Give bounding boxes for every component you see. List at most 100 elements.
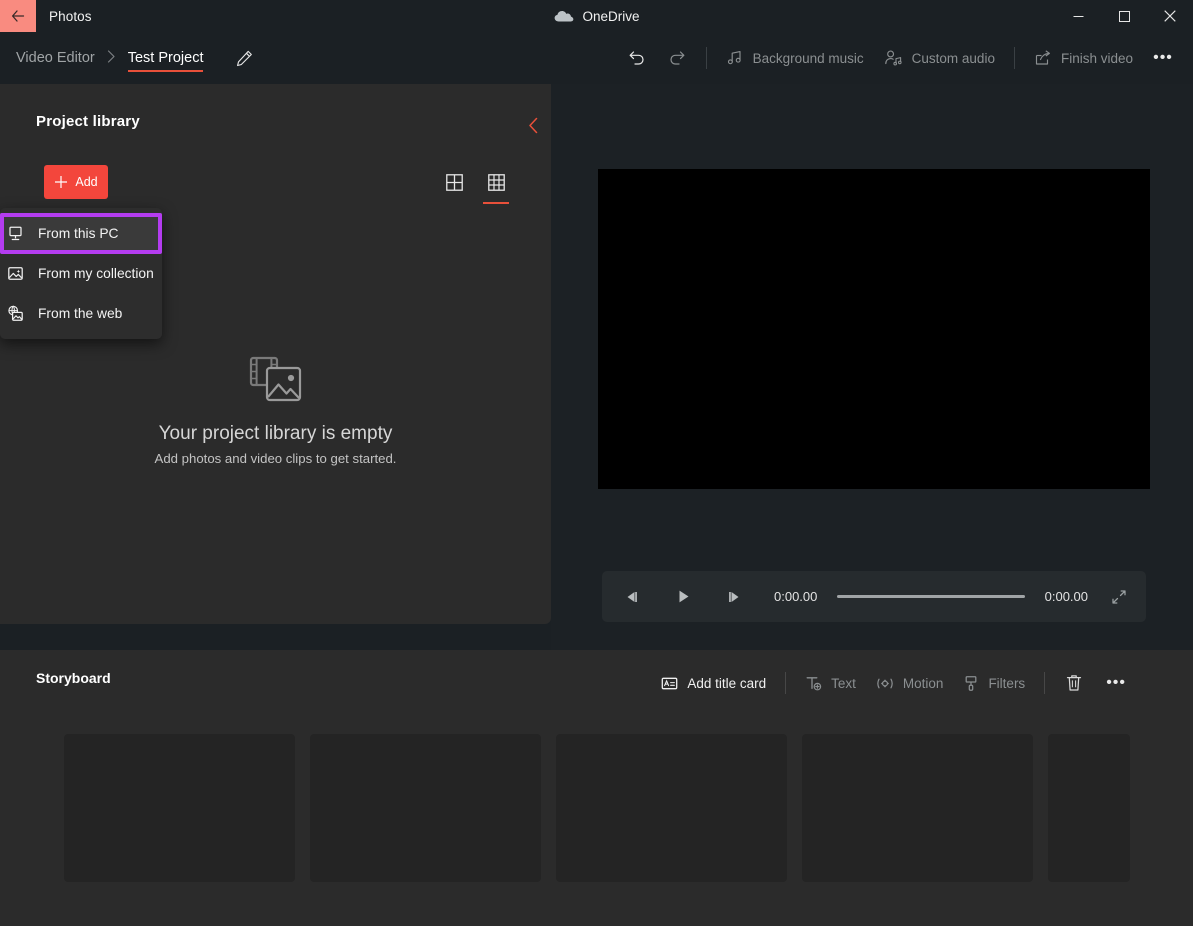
- empty-state-title: Your project library is empty: [158, 423, 393, 444]
- background-music-button[interactable]: Background music: [716, 41, 874, 75]
- finish-video-label: Finish video: [1060, 50, 1133, 66]
- video-editor-window: Photos OneDrive Video Editor Test Projec…: [0, 0, 1193, 926]
- pencil-icon: [237, 50, 252, 66]
- maximize-icon: [1118, 10, 1130, 22]
- cloud-icon: [554, 11, 573, 22]
- menu-item-from-the-web-label: From the web: [38, 305, 123, 321]
- previous-frame-button[interactable]: [614, 580, 648, 614]
- add-button[interactable]: Add: [44, 165, 108, 199]
- rename-project-button[interactable]: [229, 43, 259, 73]
- menu-item-from-this-pc[interactable]: From this PC: [0, 213, 162, 253]
- storyboard-toolbar: Add title card Text Motion Filters •••: [651, 666, 1138, 700]
- filters-button[interactable]: Filters: [953, 666, 1035, 700]
- small-grid-view-button[interactable]: [482, 168, 510, 204]
- custom-audio-label: Custom audio: [911, 50, 995, 66]
- scrubber-track[interactable]: [837, 595, 1025, 598]
- preview-panel: 0:00.00 0:00.00: [551, 84, 1193, 650]
- player-controls: 0:00.00 0:00.00: [602, 571, 1146, 622]
- storyboard-more-button[interactable]: •••: [1094, 666, 1138, 700]
- menu-item-from-the-web[interactable]: From the web: [0, 293, 162, 333]
- menu-item-from-my-collection[interactable]: From my collection: [0, 253, 162, 293]
- close-button[interactable]: [1147, 0, 1193, 32]
- storyboard-card[interactable]: [310, 734, 541, 882]
- command-bar-actions: Background music Custom audio Finish vid…: [617, 32, 1183, 84]
- motion-icon: [877, 678, 893, 688]
- delete-button[interactable]: [1054, 666, 1094, 700]
- music-note-icon: [727, 51, 741, 65]
- filters-label: Filters: [988, 675, 1026, 691]
- view-toggle-group: [440, 168, 510, 204]
- breadcrumb-separator: [99, 50, 124, 66]
- redo-button[interactable]: [657, 41, 697, 75]
- command-bar: Video Editor Test Project Background mus…: [0, 32, 1193, 84]
- play-button[interactable]: [666, 580, 700, 614]
- back-button[interactable]: [0, 0, 36, 32]
- previous-frame-icon: [627, 591, 637, 602]
- video-preview-canvas[interactable]: [598, 169, 1150, 489]
- back-arrow-icon: [11, 10, 25, 22]
- storyboard-card[interactable]: [556, 734, 787, 882]
- plus-icon: [55, 176, 68, 188]
- storyboard-card[interactable]: [802, 734, 1033, 882]
- empty-state-subtitle: Add photos and video clips to get starte…: [154, 451, 397, 466]
- breadcrumb-current-project[interactable]: Test Project: [124, 32, 208, 84]
- storyboard-panel: Storyboard Add title card Text Motion Fi…: [0, 650, 1193, 926]
- motion-button[interactable]: Motion: [866, 666, 954, 700]
- project-library-title: Project library: [36, 113, 140, 130]
- title-card-icon: [661, 677, 678, 689]
- fullscreen-button[interactable]: [1102, 580, 1136, 614]
- storyboard-title: Storyboard: [36, 670, 111, 686]
- redo-icon: [669, 51, 684, 65]
- custom-audio-icon: [884, 50, 902, 66]
- large-grid-icon: [445, 173, 463, 191]
- undo-button[interactable]: [617, 41, 657, 75]
- add-menu-dropdown: From this PC From my collection From the…: [0, 208, 162, 339]
- maximize-button[interactable]: [1101, 0, 1147, 32]
- custom-audio-button[interactable]: Custom audio: [874, 41, 1005, 75]
- next-frame-icon: [729, 591, 739, 602]
- collapse-library-button[interactable]: [518, 110, 548, 140]
- filters-brush-icon: [966, 675, 977, 691]
- breadcrumb-video-editor[interactable]: Video Editor: [12, 32, 99, 84]
- storyboard-card[interactable]: [64, 734, 295, 882]
- chevron-right-icon: [107, 50, 115, 63]
- background-music-label: Background music: [752, 50, 864, 66]
- motion-label: Motion: [902, 675, 944, 691]
- window-controls: [1055, 0, 1193, 32]
- menu-item-from-this-pc-label: From this PC: [38, 225, 119, 241]
- onedrive-status[interactable]: OneDrive: [553, 9, 640, 24]
- total-time: 0:00.00: [1044, 589, 1088, 604]
- close-icon: [1164, 10, 1176, 22]
- app-title: Photos: [49, 8, 92, 24]
- finish-video-button[interactable]: Finish video: [1024, 41, 1143, 75]
- storyboard-divider-2: [1044, 672, 1046, 694]
- text-icon: [806, 676, 822, 690]
- large-grid-view-button[interactable]: [440, 168, 468, 196]
- title-bar: Photos OneDrive: [0, 0, 1193, 32]
- toolbar-divider-2: [1013, 47, 1015, 69]
- trash-icon: [1067, 675, 1082, 691]
- text-button[interactable]: Text: [795, 666, 866, 700]
- add-title-card-button[interactable]: Add title card: [651, 666, 776, 700]
- text-label: Text: [831, 675, 856, 691]
- ellipsis-icon: •••: [1153, 49, 1173, 66]
- toolbar-divider: [705, 47, 707, 69]
- globe-photo-icon: [4, 305, 26, 322]
- export-share-icon: [1035, 50, 1050, 65]
- empty-library-icon: [249, 356, 302, 402]
- breadcrumb: Video Editor Test Project: [12, 32, 259, 84]
- storyboard-card[interactable]: [1048, 734, 1130, 882]
- more-options-button[interactable]: •••: [1143, 41, 1183, 75]
- fullscreen-icon: [1112, 589, 1126, 604]
- minimize-icon: [1073, 15, 1083, 17]
- storyboard-strip: [64, 734, 1130, 882]
- photo-sparkle-icon: [4, 265, 26, 282]
- small-grid-icon: [487, 173, 505, 191]
- menu-item-from-my-collection-label: From my collection: [38, 265, 154, 281]
- minimize-button[interactable]: [1055, 0, 1101, 32]
- next-frame-button[interactable]: [718, 580, 752, 614]
- ellipsis-icon: •••: [1106, 674, 1126, 691]
- storyboard-divider-1: [785, 672, 787, 694]
- monitor-icon: [4, 225, 26, 242]
- undo-icon: [629, 51, 644, 65]
